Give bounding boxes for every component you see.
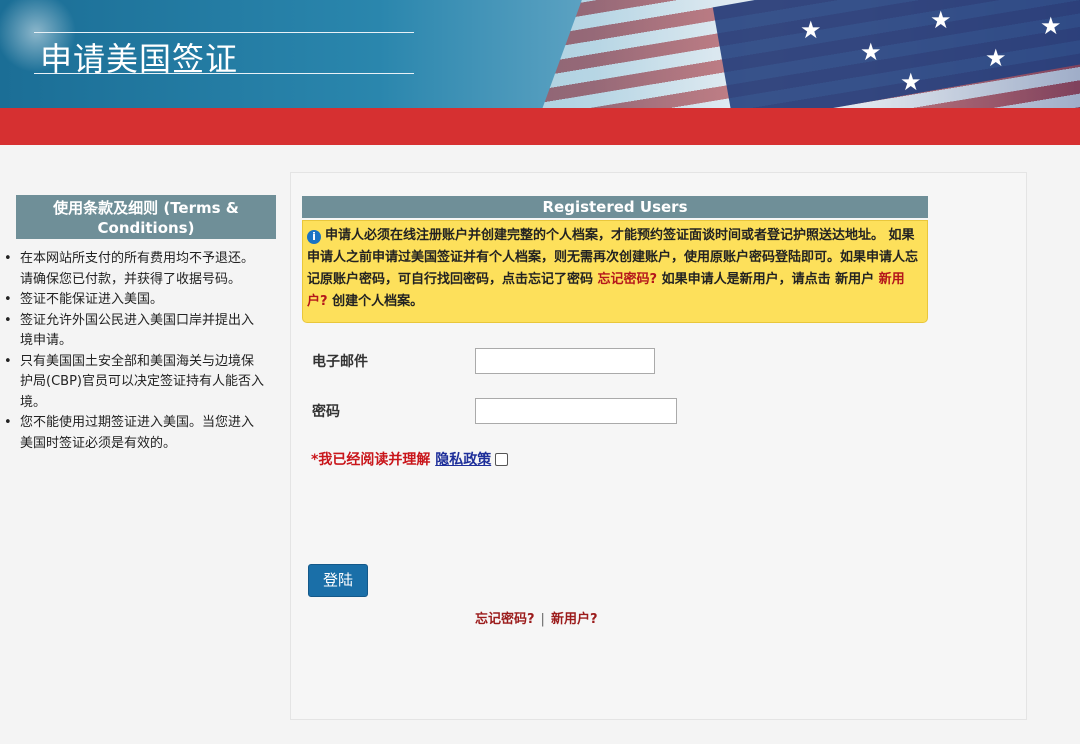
list-item: 只有美国国土安全部和美国海关与边境保护局(CBP)官员可以决定签证持有人能否入境… (4, 352, 266, 414)
terms-header: 使用条款及细则 (Terms & Conditions) (16, 195, 276, 239)
star-icon: ★ (860, 38, 882, 66)
password-field[interactable] (475, 398, 677, 424)
star-icon: ★ (900, 68, 922, 96)
agreement-text: *我已经阅读并理解 (311, 452, 436, 468)
list-item: 签证允许外国公民进入美国口岸并提出入境申请。 (4, 311, 266, 352)
info-icon: i (307, 230, 321, 244)
forgot-password-link[interactable]: 忘记密码? (598, 272, 658, 287)
star-icon: ★ (800, 16, 822, 44)
bottom-forgot-password-link[interactable]: 忘记密码? (475, 612, 535, 627)
star-icon: ★ (985, 44, 1007, 72)
info-notice: i 申请人必须在线注册账户并创建完整的个人档案，才能预约签证面谈时间或者登记护照送… (302, 220, 928, 323)
terms-list: 在本网站所支付的所有费用均不予退还。请确保您已付款，并获得了收据号码。 签证不能… (4, 249, 266, 454)
title-rule-bottom (34, 73, 414, 74)
bottom-new-user-link[interactable]: 新用户? (551, 612, 598, 627)
site-header: ★ ★ ★ ★ ★ ★ 申请美国签证 (0, 0, 1080, 108)
notice-text: 创建个人档案。 (327, 294, 424, 309)
login-button[interactable]: 登陆 (308, 564, 368, 597)
title-rule-top (34, 32, 414, 33)
list-item: 您不能使用过期签证进入美国。当您进入美国时签证必须是有效的。 (4, 413, 266, 454)
registered-users-header: Registered Users (302, 196, 928, 218)
privacy-policy-link[interactable]: 隐私政策 (435, 452, 491, 468)
bottom-links: 忘记密码? | 新用户? (475, 608, 597, 627)
password-label: 密码 (312, 404, 340, 420)
red-banner (0, 108, 1080, 145)
email-field[interactable] (475, 348, 655, 374)
list-item: 签证不能保证进入美国。 (4, 290, 266, 311)
link-separator: | (540, 612, 545, 627)
star-icon: ★ (1040, 12, 1062, 40)
star-icon: ★ (930, 6, 952, 34)
privacy-agreement: *我已经阅读并理解 隐私政策 (311, 449, 509, 469)
email-label: 电子邮件 (312, 354, 368, 370)
privacy-checkbox[interactable] (495, 453, 509, 466)
list-item: 在本网站所支付的所有费用均不予退还。请确保您已付款，并获得了收据号码。 (4, 249, 266, 290)
notice-text: 如果申请人是新用户，请点击 新用户 (657, 272, 879, 287)
